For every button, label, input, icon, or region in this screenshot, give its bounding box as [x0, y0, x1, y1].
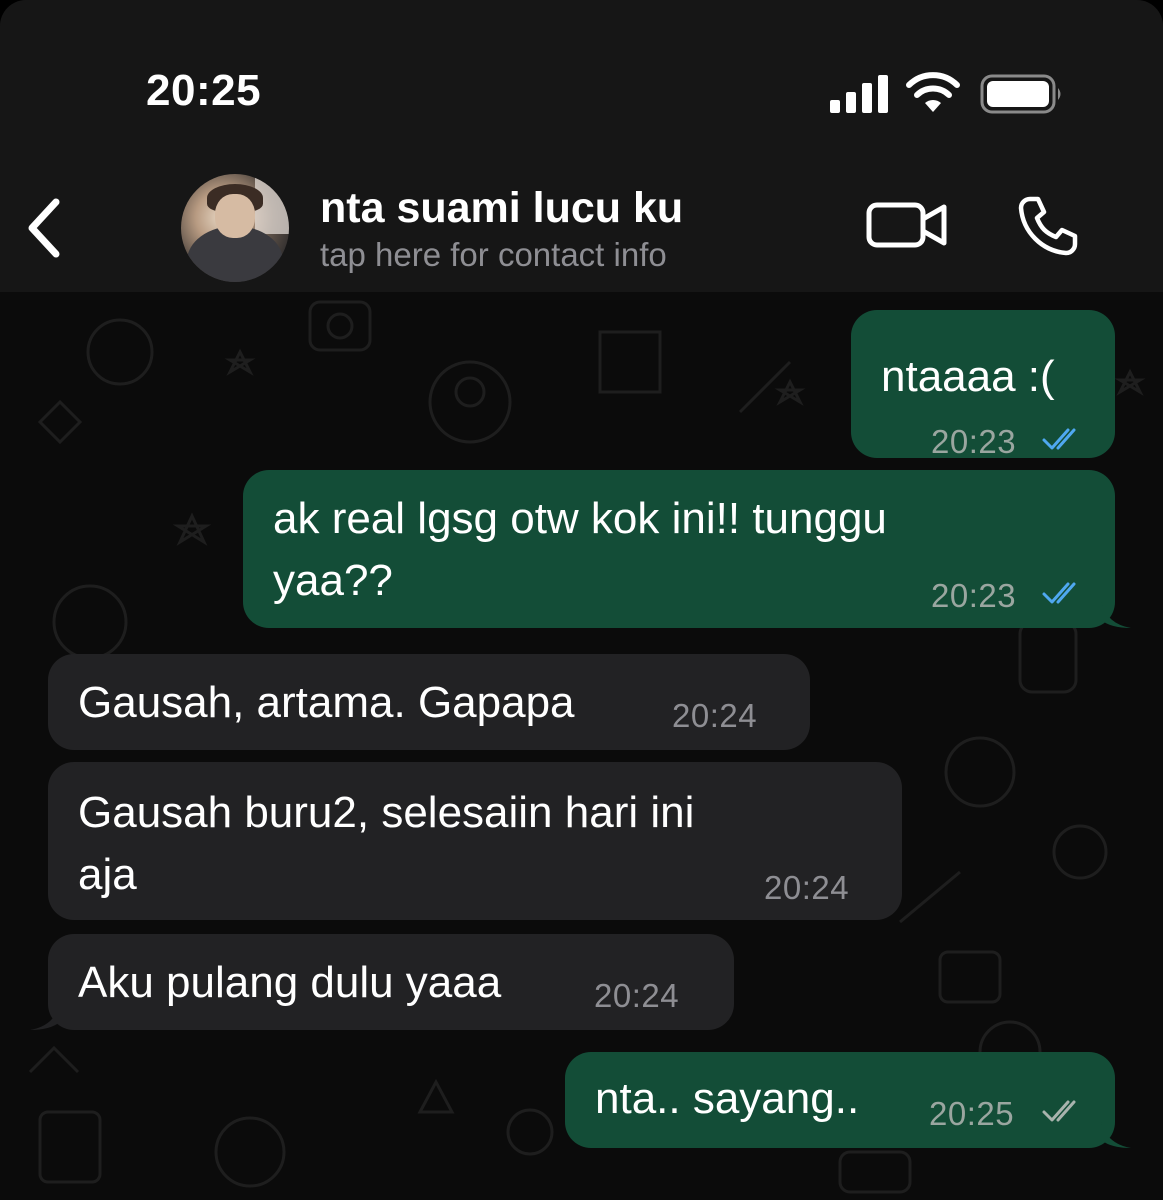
double-check-icon	[1042, 428, 1076, 450]
message-time: 20:24	[594, 977, 680, 1014]
phone-screen: 20:25 nta suami lucu ku tap here for con…	[0, 0, 1163, 1200]
avatar[interactable]	[181, 174, 289, 282]
message-time: 20:24	[764, 869, 850, 906]
message-time: 20:23	[931, 577, 1017, 614]
cellular-signal-icon	[830, 75, 888, 113]
wifi-icon	[906, 72, 960, 112]
contact-info-hint[interactable]: tap here for contact info	[320, 236, 667, 274]
status-bar: 20:25	[0, 0, 1163, 150]
message-text: ntaaaa :(	[881, 352, 1055, 401]
battery-icon	[980, 74, 1061, 114]
status-time: 20:25	[146, 66, 262, 115]
message-text: Gausah, artama. Gapapa	[78, 678, 575, 727]
message-bubble-incoming[interactable]: Gausah, artama. Gapapa 20:24	[48, 654, 810, 750]
message-bubble-outgoing[interactable]: nta.. sayang.. 20:25	[565, 1052, 1131, 1148]
message-time: 20:23	[931, 423, 1017, 460]
message-time: 20:25	[929, 1095, 1015, 1132]
double-check-icon	[1042, 582, 1076, 604]
message-text: Gausah buru2, selesaiin hari ini aja	[78, 788, 695, 899]
contact-name[interactable]: nta suami lucu ku	[320, 184, 683, 233]
double-check-icon	[1042, 1100, 1076, 1122]
message-bubble-incoming[interactable]: Aku pulang dulu yaaa 20:24	[30, 934, 734, 1030]
avatar-photo-face	[215, 194, 255, 238]
message-bubble-outgoing[interactable]: ak real lgsg otw kok ini!! tunggu yaa?? …	[243, 470, 1131, 628]
message-text: ak real lgsg otw kok ini!! tunggu yaa??	[273, 494, 887, 605]
chat-area[interactable]: ntaaaa :( 20:23 ak real lgsg otw kok ini…	[0, 292, 1163, 1200]
message-time: 20:24	[672, 697, 758, 734]
message-text: nta.. sayang..	[595, 1074, 860, 1123]
back-chevron-icon[interactable]	[22, 196, 66, 260]
bubble-tail	[1101, 602, 1131, 628]
bubble-tail	[1101, 1122, 1131, 1148]
phone-icon[interactable]	[1016, 194, 1080, 258]
bubble-tail	[30, 1004, 60, 1030]
video-camera-icon[interactable]	[866, 198, 948, 252]
message-text: Aku pulang dulu yaaa	[78, 958, 502, 1007]
message-bubble-outgoing[interactable]: ntaaaa :( 20:23	[851, 310, 1115, 460]
message-bubble-incoming[interactable]: Gausah buru2, selesaiin hari ini aja 20:…	[48, 762, 902, 920]
chat-header: nta suami lucu ku tap here for contact i…	[0, 150, 1163, 292]
